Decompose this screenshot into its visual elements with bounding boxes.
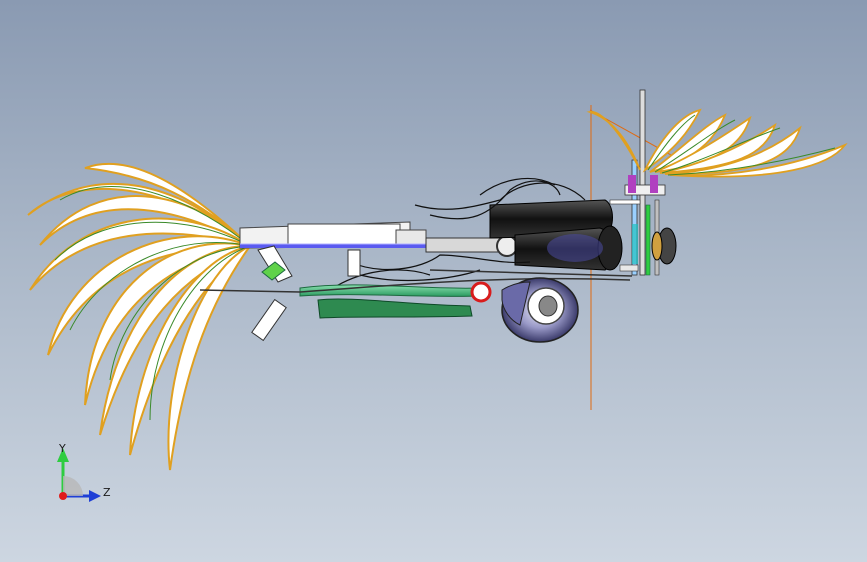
z-axis-label: Z bbox=[103, 486, 111, 499]
wheel-assembly bbox=[501, 277, 579, 343]
rod-eye bbox=[496, 235, 518, 257]
axis-triad: Y Z bbox=[45, 438, 125, 508]
red-ring bbox=[470, 281, 492, 303]
left-feather-tail bbox=[27, 162, 251, 471]
motor-housing bbox=[489, 199, 623, 271]
triad-graphic bbox=[57, 448, 101, 502]
graphics-viewport[interactable]: Y Z bbox=[0, 0, 867, 562]
y-axis-label: Y bbox=[59, 442, 66, 455]
z-axis-arrow bbox=[89, 490, 101, 502]
right-feather-crest bbox=[586, 108, 848, 178]
triad-quadrant bbox=[63, 476, 83, 496]
green-blade bbox=[317, 298, 473, 319]
triad-origin bbox=[59, 492, 67, 500]
cad-model-view[interactable] bbox=[0, 0, 867, 562]
